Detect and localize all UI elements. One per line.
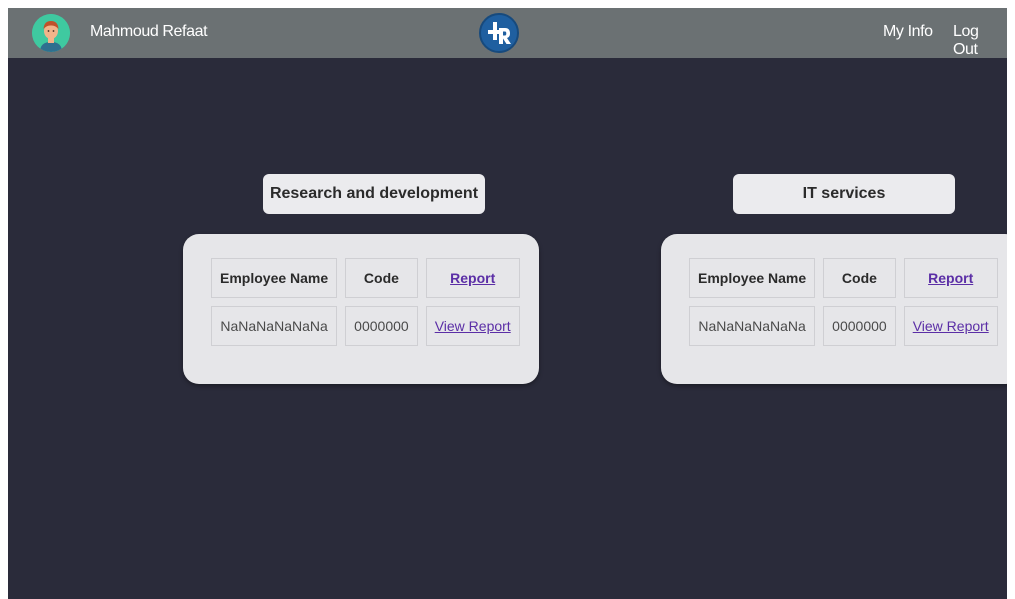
employee-table: Employee Name Code Report NaNaNaNaNaNa 0… <box>203 250 528 354</box>
view-report-link[interactable]: View Report <box>913 318 989 334</box>
report-cell: View Report <box>903 306 998 346</box>
department-card: Employee Name Code Report NaNaNaNaNaNa 0… <box>661 234 1007 384</box>
avatar-person-icon <box>32 14 70 52</box>
log-out-link[interactable]: Log Out <box>953 23 1007 59</box>
top-bar: Mahmoud Refaat My Info Log Out <box>8 8 1007 58</box>
table-row: NaNaNaNaNaNa 0000000 View Report <box>211 306 520 346</box>
employee-table: Employee Name Code Report NaNaNaNaNaNa 0… <box>681 250 1006 354</box>
employee-name-cell: NaNaNaNaNaNa <box>211 306 338 346</box>
column-header-report: Report <box>903 258 998 298</box>
report-header-link[interactable]: Report <box>450 270 495 286</box>
column-header-employee-name: Employee Name <box>211 258 338 298</box>
table-row: NaNaNaNaNaNa 0000000 View Report <box>689 306 998 346</box>
employee-name-cell: NaNaNaNaNaNa <box>689 306 816 346</box>
table-header-row: Employee Name Code Report <box>211 258 520 298</box>
department-card: Employee Name Code Report NaNaNaNaNaNa 0… <box>183 234 539 384</box>
column-header-code: Code <box>345 258 418 298</box>
department-title: Research and development <box>263 174 485 214</box>
user-avatar[interactable] <box>32 14 70 52</box>
hr-logo <box>479 13 519 53</box>
report-header-link[interactable]: Report <box>928 270 973 286</box>
employee-code-cell: 0000000 <box>823 306 896 346</box>
hr-logo-icon <box>479 13 519 53</box>
table-header-row: Employee Name Code Report <box>689 258 998 298</box>
department-title: IT services <box>733 174 955 214</box>
report-cell: View Report <box>425 306 520 346</box>
app-frame: Mahmoud Refaat My Info Log Out Research … <box>8 8 1007 599</box>
column-header-report: Report <box>425 258 520 298</box>
employee-code-cell: 0000000 <box>345 306 418 346</box>
view-report-link[interactable]: View Report <box>435 318 511 334</box>
column-header-employee-name: Employee Name <box>689 258 816 298</box>
user-name: Mahmoud Refaat <box>90 23 208 40</box>
column-header-code: Code <box>823 258 896 298</box>
my-info-link[interactable]: My Info <box>883 23 933 41</box>
